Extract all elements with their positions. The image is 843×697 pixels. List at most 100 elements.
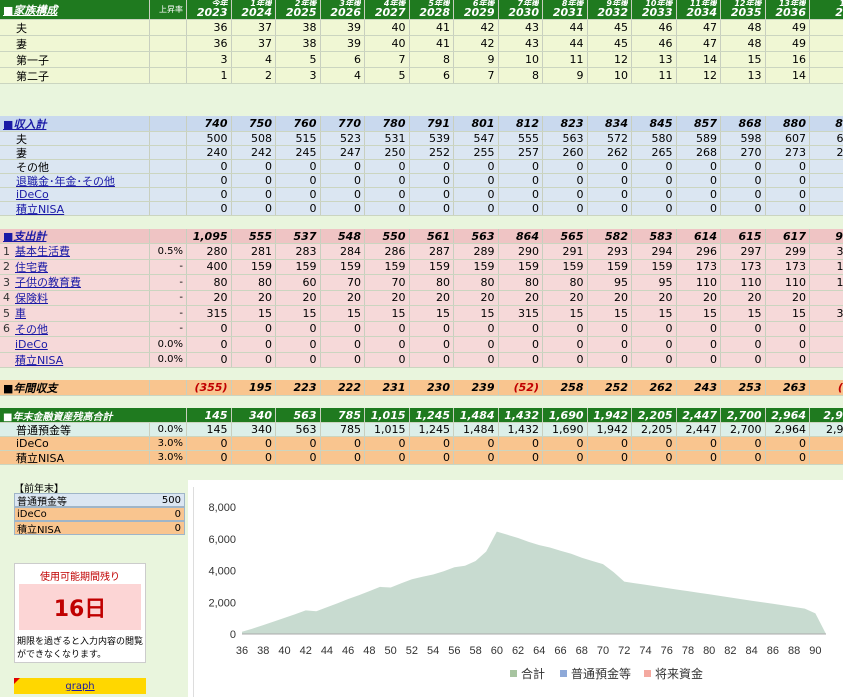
value-cell[interactable]: 0 [766,160,810,173]
value-cell[interactable]: 531 [365,132,410,145]
value-cell[interactable]: 0 [187,202,232,215]
value-cell[interactable]: 561 [410,229,454,243]
value-cell[interactable]: 262 [588,146,632,159]
value-cell[interactable]: 2,700 [721,423,766,436]
value-cell[interactable]: 0 [276,352,321,367]
rate-cell[interactable]: 0.0% [150,337,187,352]
value-cell[interactable]: 315 [187,306,232,321]
value-cell[interactable]: 257 [499,146,543,159]
value-cell[interactable]: 615 [721,229,766,243]
value-cell[interactable]: 262 [632,380,677,395]
value-cell[interactable]: 791 [410,116,454,131]
value-cell[interactable]: 230 [410,380,454,395]
value-cell[interactable]: 2,447 [677,408,721,422]
value-cell[interactable]: 291 [543,244,588,259]
value-cell[interactable]: 12 [677,68,721,83]
value-cell[interactable]: 823 [543,116,588,131]
value-cell[interactable]: 250 [365,146,410,159]
value-cell[interactable]: 20 [632,290,677,305]
value-cell[interactable]: 537 [276,229,321,243]
rate-cell[interactable]: - [150,275,187,290]
value-cell[interactable]: 89 [810,116,843,131]
value-cell[interactable]: 0 [232,437,276,450]
value-cell[interactable]: 2,93 [810,423,843,436]
value-cell[interactable]: 294 [632,244,677,259]
value-cell[interactable]: 0 [187,451,232,464]
value-cell[interactable]: 45 [588,36,632,51]
value-cell[interactable]: 864 [499,229,543,243]
value-cell[interactable]: 0 [721,321,766,336]
value-cell[interactable]: 159 [410,259,454,274]
value-cell[interactable]: 0 [588,437,632,450]
value-cell[interactable]: 0 [321,321,365,336]
row-label[interactable]: その他 [15,322,48,337]
value-cell[interactable]: 0 [499,352,543,367]
value-cell[interactable]: 0 [588,352,632,367]
value-cell[interactable]: 40 [365,36,410,51]
value-cell[interactable]: 0 [543,437,588,450]
value-cell[interactable]: 8 [499,68,543,83]
value-cell[interactable]: 247 [321,146,365,159]
value-cell[interactable]: 340 [232,423,276,436]
value-cell[interactable]: 0 [232,202,276,215]
value-cell[interactable]: 60 [276,275,321,290]
value-cell[interactable]: 0 [499,160,543,173]
value-cell[interactable]: 0 [766,202,810,215]
value-cell[interactable]: 39 [321,20,365,35]
value-cell[interactable]: 95 [588,275,632,290]
value-cell[interactable]: 80 [454,275,499,290]
value-cell[interactable]: 0 [499,202,543,215]
value-cell[interactable]: 0 [232,160,276,173]
value-cell[interactable]: 1,690 [543,423,588,436]
value-cell[interactable]: 242 [232,146,276,159]
value-cell[interactable]: 1,245 [410,408,454,422]
value-cell[interactable]: 2 [232,68,276,83]
value-cell[interactable]: 0 [454,174,499,187]
value-cell[interactable]: 0 [721,337,766,352]
value-cell[interactable]: 20 [721,290,766,305]
value-cell[interactable]: 0 [721,160,766,173]
value-cell[interactable]: 290 [499,244,543,259]
value-cell[interactable]: 0 [588,160,632,173]
value-cell[interactable]: 0 [187,437,232,450]
prev-item-nisa[interactable]: 積立NISA 0 [14,521,185,536]
value-cell[interactable]: 9 [543,68,588,83]
value-cell[interactable]: 0 [321,202,365,215]
value-cell[interactable]: 20 [454,290,499,305]
row-label[interactable]: 退職金･年金･その他 [0,174,150,187]
value-cell[interactable]: 0 [410,352,454,367]
value-cell[interactable]: 159 [321,259,365,274]
value-cell[interactable]: 8 [410,52,454,67]
value-cell[interactable]: 0 [632,321,677,336]
value-cell[interactable]: 760 [276,116,321,131]
value-cell[interactable]: 49 [766,36,810,51]
value-cell[interactable]: 0 [543,202,588,215]
value-cell[interactable]: 1 [187,68,232,83]
value-cell[interactable]: 10 [588,68,632,83]
value-cell[interactable]: 0 [321,352,365,367]
value-cell[interactable]: 173 [721,259,766,274]
value-cell[interactable]: 0 [810,437,843,450]
value-cell[interactable]: 400 [187,259,232,274]
value-cell[interactable]: 70 [365,275,410,290]
value-cell[interactable]: 5 [365,68,410,83]
value-cell[interactable]: 0 [632,202,677,215]
value-cell[interactable]: 0 [187,188,232,201]
value-cell[interactable]: 0 [321,174,365,187]
value-cell[interactable]: 0 [232,352,276,367]
value-cell[interactable]: 0 [766,188,810,201]
value-cell[interactable]: 2,964 [766,423,810,436]
value-cell[interactable]: 80 [543,275,588,290]
value-cell[interactable]: 0 [276,451,321,464]
value-cell[interactable]: 30 [810,244,843,259]
value-cell[interactable]: 0 [499,321,543,336]
value-cell[interactable]: 48 [721,36,766,51]
value-cell[interactable]: 0 [276,202,321,215]
value-cell[interactable]: 15 [766,306,810,321]
value-cell[interactable]: 15 [721,306,766,321]
value-cell[interactable]: 785 [321,423,365,436]
value-cell[interactable]: 15 [677,306,721,321]
value-cell[interactable]: 263 [766,380,810,395]
value-cell[interactable]: 37 [232,20,276,35]
rate-cell[interactable]: 0.5% [150,244,187,259]
